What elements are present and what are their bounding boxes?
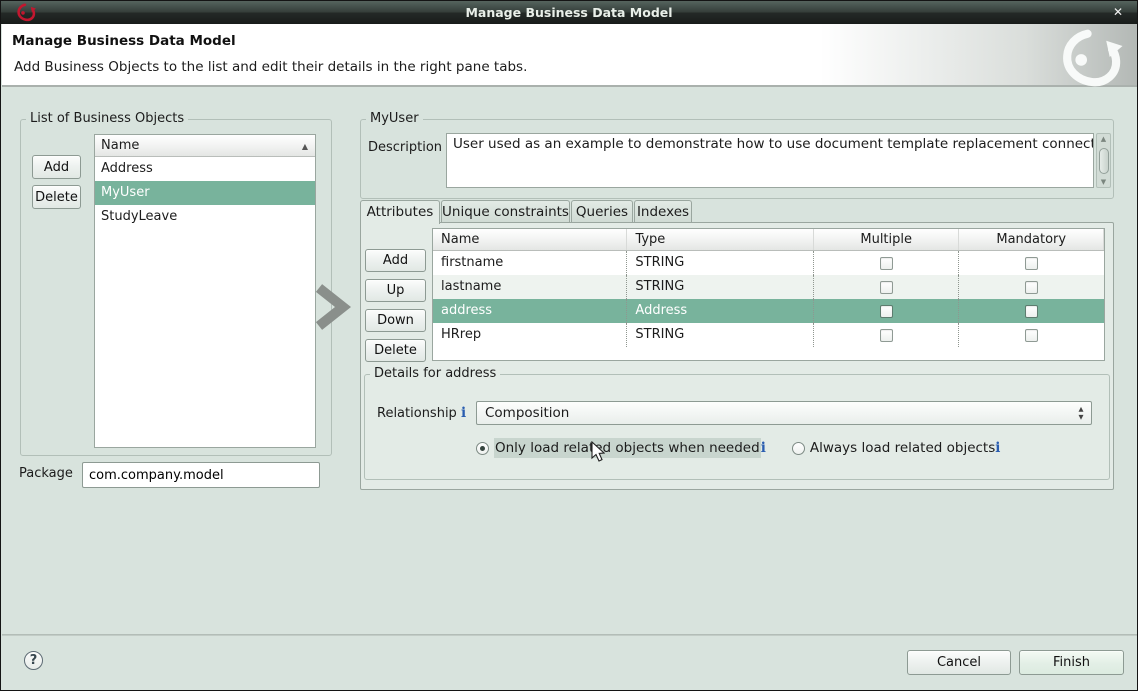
window-title: Manage Business Data Model bbox=[1, 5, 1137, 20]
eager-load-radio[interactable] bbox=[792, 442, 805, 455]
mandatory-checkbox[interactable] bbox=[1025, 305, 1038, 318]
multiple-checkbox[interactable] bbox=[880, 305, 893, 318]
delete-object-button[interactable]: Delete bbox=[32, 185, 81, 209]
package-label: Package bbox=[19, 466, 73, 481]
scroll-up-icon[interactable]: ▲ bbox=[1097, 135, 1110, 143]
dialog-title: Manage Business Data Model bbox=[12, 33, 236, 49]
business-objects-group-title: List of Business Objects bbox=[26, 111, 188, 126]
tab-indexes[interactable]: Indexes bbox=[634, 200, 692, 223]
relationship-info-icon[interactable]: i bbox=[461, 405, 466, 421]
eager-load-radio-label[interactable]: Always load related objects bbox=[810, 440, 995, 456]
combo-spinner-icon[interactable]: ▲ ▼ bbox=[1075, 403, 1087, 423]
lazy-load-radio-label[interactable]: Only load related objects when needed bbox=[494, 438, 761, 458]
footer-separator bbox=[2, 634, 1138, 636]
tab-queries[interactable]: Queries bbox=[571, 200, 633, 223]
description-textarea[interactable]: User used as an example to demonstrate h… bbox=[446, 133, 1094, 188]
attributes-table[interactable]: Name Type Multiple Mandatory firstname S… bbox=[432, 228, 1105, 361]
mandatory-checkbox[interactable] bbox=[1025, 329, 1038, 342]
multiple-checkbox[interactable] bbox=[880, 281, 893, 294]
attributes-table-header[interactable]: Name Type Multiple Mandatory bbox=[433, 229, 1104, 251]
attribute-row-firstname[interactable]: firstname STRING bbox=[433, 251, 1104, 275]
details-group bbox=[364, 374, 1110, 480]
mandatory-checkbox[interactable] bbox=[1025, 281, 1038, 294]
multiple-checkbox[interactable] bbox=[880, 257, 893, 270]
business-object-row-myuser[interactable]: MyUser bbox=[95, 181, 315, 205]
column-header-multiple[interactable]: Multiple bbox=[814, 229, 960, 250]
arrow-right-icon bbox=[313, 283, 351, 331]
attribute-row-hrrep[interactable]: HRrep STRING bbox=[433, 323, 1104, 347]
move-up-button[interactable]: Up bbox=[365, 279, 426, 302]
multiple-checkbox[interactable] bbox=[880, 329, 893, 342]
business-objects-table[interactable]: Name ▲ Address MyUser StudyLeave bbox=[94, 134, 316, 448]
move-down-button[interactable]: Down bbox=[365, 309, 426, 332]
mouse-cursor-icon bbox=[590, 441, 605, 463]
add-attribute-button[interactable]: Add bbox=[365, 249, 426, 272]
business-objects-name-header[interactable]: Name ▲ bbox=[95, 135, 315, 157]
help-icon[interactable]: ? bbox=[24, 651, 43, 670]
delete-attribute-button[interactable]: Delete bbox=[365, 339, 426, 362]
details-group-title: Details for address bbox=[370, 366, 500, 381]
scrollbar-thumb[interactable] bbox=[1099, 148, 1109, 174]
relationship-label: Relationship i bbox=[377, 405, 466, 421]
dialog-content: List of Business Objects Add Delete Name… bbox=[2, 89, 1138, 691]
manage-bdm-dialog: Manage Business Data Model ✕ Manage Busi… bbox=[0, 0, 1138, 691]
tab-unique-constraints[interactable]: Unique constraints bbox=[441, 200, 570, 223]
finish-button[interactable]: Finish bbox=[1019, 650, 1124, 675]
column-header-type[interactable]: Type bbox=[627, 229, 813, 250]
lazy-load-info-icon[interactable]: i bbox=[761, 440, 766, 456]
package-input[interactable] bbox=[82, 462, 320, 488]
tab-attributes[interactable]: Attributes bbox=[360, 200, 440, 224]
attribute-row-address[interactable]: address Address bbox=[433, 299, 1104, 323]
relationship-select[interactable]: Composition ▲ ▼ bbox=[476, 401, 1092, 425]
business-object-row-address[interactable]: Address bbox=[95, 157, 315, 181]
lazy-load-radio[interactable] bbox=[476, 442, 489, 455]
close-icon[interactable]: ✕ bbox=[1109, 4, 1127, 21]
column-header-mandatory[interactable]: Mandatory bbox=[959, 229, 1104, 250]
add-object-button[interactable]: Add bbox=[32, 155, 81, 179]
mandatory-checkbox[interactable] bbox=[1025, 257, 1038, 270]
description-label: Description bbox=[368, 140, 442, 155]
cancel-button[interactable]: Cancel bbox=[907, 650, 1011, 675]
dialog-subtitle: Add Business Objects to the list and edi… bbox=[14, 59, 527, 75]
eager-load-info-icon[interactable]: i bbox=[995, 440, 1000, 456]
myuser-group-title: MyUser bbox=[366, 111, 423, 126]
scroll-down-icon[interactable]: ▼ bbox=[1097, 178, 1110, 186]
description-scrollbar[interactable]: ▲ ▼ bbox=[1096, 133, 1111, 188]
column-header-name[interactable]: Name bbox=[433, 229, 627, 250]
business-object-row-studyleave[interactable]: StudyLeave bbox=[95, 205, 315, 229]
attribute-row-lastname[interactable]: lastname STRING bbox=[433, 275, 1104, 299]
sort-ascending-icon[interactable]: ▲ bbox=[302, 142, 308, 151]
titlebar[interactable]: Manage Business Data Model ✕ bbox=[1, 1, 1137, 24]
bonita-logo-watermark-icon bbox=[1062, 26, 1126, 88]
dialog-header: Manage Business Data Model Add Business … bbox=[2, 24, 1138, 87]
